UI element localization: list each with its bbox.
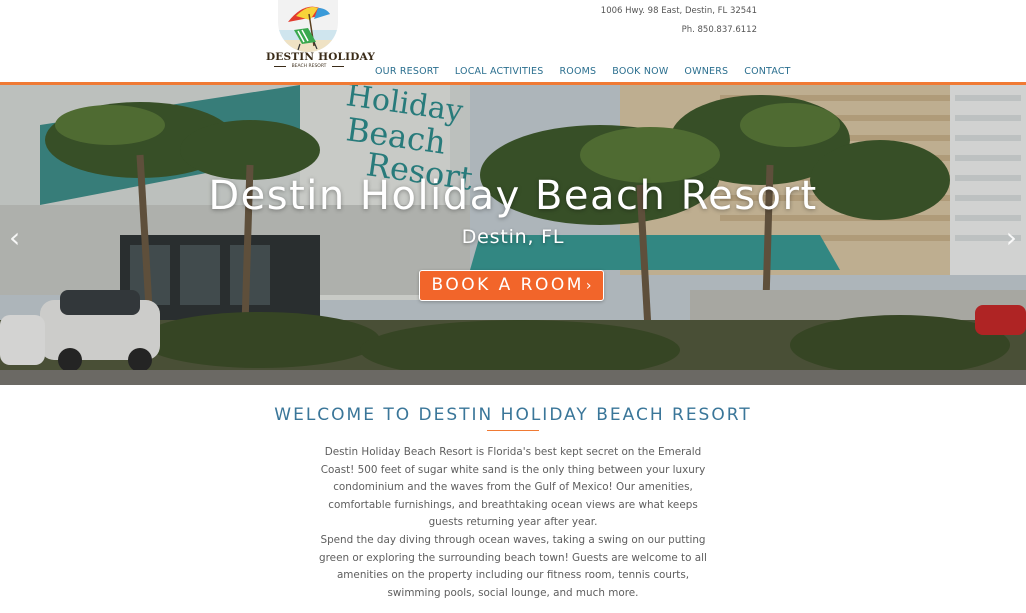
book-a-room-button[interactable]: BOOK A ROOM › (419, 270, 604, 301)
site-header: DESTIN HOLIDAY BEACH RESORT 1006 Hwy. 98… (0, 0, 1026, 82)
welcome-paragraph-2: Spend the day diving through ocean waves… (319, 534, 707, 599)
chevron-right-icon: › (585, 278, 592, 294)
welcome-heading: WELCOME TO DESTIN HOLIDAY BEACH RESORT (274, 405, 752, 425)
heading-divider (487, 430, 539, 431)
address-text: 1006 Hwy. 98 East, Destin, FL 32541 (600, 6, 757, 16)
logo-name: DESTIN HOLIDAY (266, 51, 376, 63)
nav-our-resort[interactable]: OUR RESORT (375, 66, 439, 77)
welcome-paragraph-1: Destin Holiday Beach Resort is Florida's… (320, 446, 706, 529)
beach-chair-umbrella-icon (278, 0, 338, 52)
nav-contact[interactable]: CONTACT (744, 66, 790, 77)
site-logo[interactable]: DESTIN HOLIDAY BEACH RESORT (266, 0, 376, 74)
nav-owners[interactable]: OWNERS (684, 66, 728, 77)
hero-slider: Holiday Beach Resort ‹ › Destin Holiday … (0, 85, 1026, 385)
hero-title: Destin Holiday Beach Resort (208, 173, 818, 219)
main-nav: OUR RESORT LOCAL ACTIVITIES ROOMS BOOK N… (375, 66, 791, 77)
logo-divider (332, 66, 344, 67)
nav-local-activities[interactable]: LOCAL ACTIVITIES (455, 66, 544, 77)
nav-rooms[interactable]: ROOMS (559, 66, 596, 77)
hero-subtitle: Destin, FL (461, 226, 565, 248)
phone-link[interactable]: Ph. 850.837.6112 (682, 25, 757, 35)
nav-book-now[interactable]: BOOK NOW (612, 66, 668, 77)
book-a-room-label: BOOK A ROOM (431, 275, 584, 295)
